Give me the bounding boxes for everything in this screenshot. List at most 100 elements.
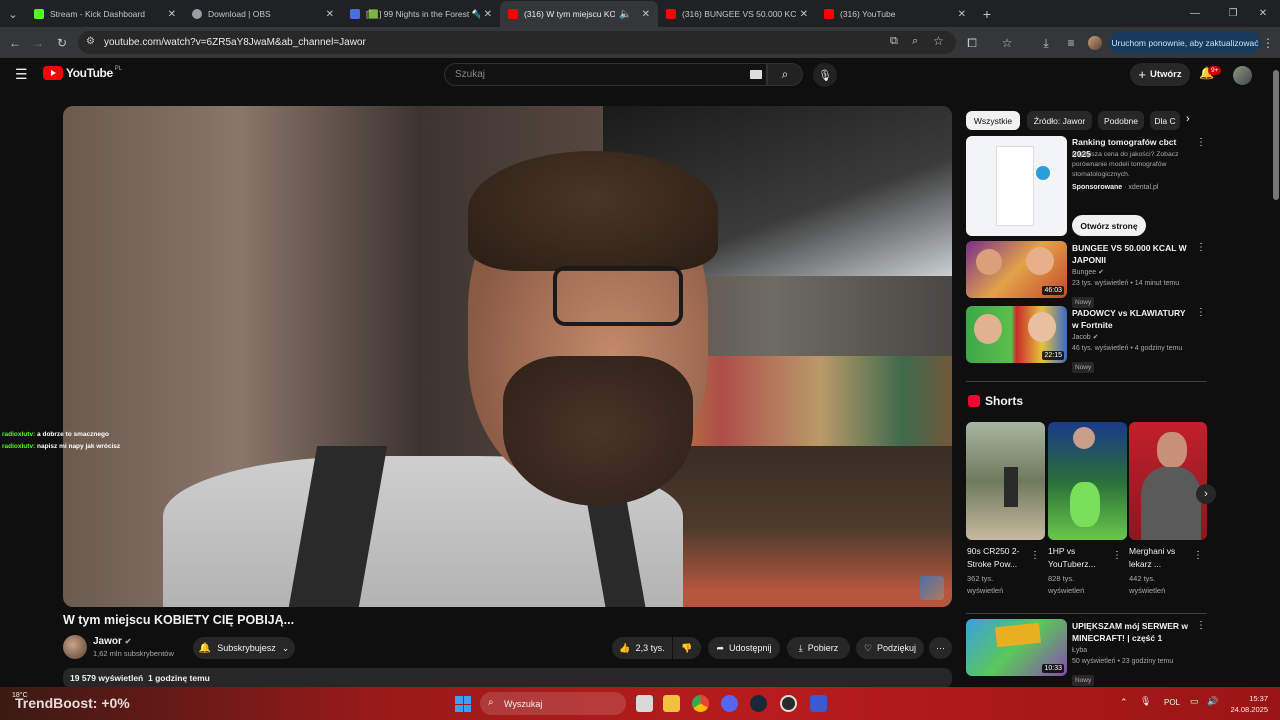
video-title[interactable]: BUNGEE VS 50.000 KCAL W JAPONII — [1072, 242, 1194, 266]
back-icon[interactable]: ← — [5, 33, 25, 53]
close-icon[interactable]: ✕ — [642, 9, 650, 20]
taskbar-clock[interactable]: 15:37 24.08.2025 — [1228, 693, 1268, 715]
more-vertical-icon[interactable]: ⋮ — [1196, 620, 1206, 631]
video-channel[interactable]: Łyba — [1072, 645, 1087, 656]
taskbar-search[interactable]: ⌕ Wyszukaj — [480, 692, 626, 715]
video-title[interactable]: UPIĘKSZAM mój SERWER w MINECRAFT! | częś… — [1072, 620, 1194, 644]
volume-icon[interactable]: 🔊 — [1207, 696, 1218, 707]
tab-roblox[interactable]: [🟩] 99 Nights in the Forest 🔦 ✕ — [342, 1, 500, 27]
new-tab-button[interactable]: + — [974, 1, 1000, 27]
restore-button[interactable]: ❐ — [1216, 0, 1250, 26]
more-vertical-icon[interactable]: ⋮ — [1196, 242, 1206, 253]
minimize-button[interactable]: — — [1178, 0, 1212, 26]
media-control-icon[interactable]: ≡ — [1061, 33, 1081, 53]
tray-chevron-icon[interactable]: ⌃ — [1120, 697, 1128, 708]
description-box[interactable]: 19 579 wyświetleń 1 godzinę temu — [63, 668, 952, 688]
close-icon[interactable]: ✕ — [958, 9, 966, 20]
discord-icon[interactable] — [721, 695, 738, 712]
window-close-button[interactable]: ✕ — [1246, 0, 1280, 26]
ad-thumbnail[interactable] — [966, 136, 1067, 236]
microphone-icon[interactable]: 🎙 — [1140, 696, 1151, 707]
video-channel[interactable]: Jacob ✔ — [1072, 332, 1099, 343]
video-thumbnail[interactable]: 10:33 — [966, 619, 1067, 676]
chevron-right-icon[interactable]: › — [1186, 113, 1190, 125]
search-input[interactable]: Szukaj — [444, 63, 767, 86]
profile-avatar[interactable] — [1085, 33, 1105, 53]
close-icon[interactable]: ✕ — [800, 9, 808, 20]
scrollbar-thumb[interactable] — [1273, 70, 1279, 200]
bookmark-star-icon[interactable]: ☆ — [933, 34, 944, 48]
bookmarks-icon[interactable]: ☆ — [997, 33, 1017, 53]
youtube-logo[interactable]: YouTube PL — [43, 66, 122, 80]
more-actions-button[interactable]: ⋯ — [929, 637, 952, 659]
download-button[interactable]: ⤓ Pobierz — [787, 637, 850, 659]
channel-watermark[interactable] — [920, 576, 944, 600]
short-title[interactable]: 90s CR250 2-Stroke Pow... — [967, 545, 1027, 571]
short-thumbnail[interactable] — [1129, 422, 1207, 540]
short-thumbnail[interactable] — [1048, 422, 1127, 540]
zoom-icon[interactable]: ⌕ — [912, 35, 918, 48]
steam-icon[interactable] — [750, 695, 767, 712]
update-button[interactable]: Uruchom ponownie, aby zaktualizować — [1109, 31, 1261, 54]
subscribe-button[interactable]: 🔔 Subskrybujesz ⌄ — [193, 637, 295, 659]
video-thumbnail[interactable]: 46:03 — [966, 241, 1067, 298]
chevron-right-icon[interactable]: › — [1196, 484, 1216, 504]
account-avatar[interactable] — [1233, 66, 1252, 85]
channel-name[interactable]: Jawor ✔ — [93, 636, 131, 647]
close-icon[interactable]: ✕ — [168, 9, 176, 20]
menu-icon[interactable]: ⋮ — [1258, 33, 1278, 53]
new-badge-text: Nowy — [1072, 675, 1095, 686]
address-bar[interactable]: ⚙ youtube.com/watch?v=6ZR5aY8JwaM&ab_cha… — [78, 31, 956, 54]
task-view-icon[interactable] — [636, 695, 653, 712]
tab-bungee[interactable]: (316) BUNGEE VS 50.000 KCAL W ✕ — [658, 1, 816, 27]
extensions-icon[interactable]: ⧠ — [962, 33, 982, 53]
more-vertical-icon[interactable]: ⋮ — [1196, 137, 1206, 148]
language-indicator[interactable]: POL — [1164, 698, 1180, 707]
dislike-button[interactable]: 👎 — [673, 637, 701, 659]
hamburger-menu-icon[interactable]: ☰ — [15, 66, 28, 83]
share-button[interactable]: ➦ Udostępnij — [708, 637, 780, 659]
search-button[interactable]: ⌕ — [767, 63, 803, 86]
keyboard-icon[interactable] — [750, 70, 762, 79]
tab-youtube-current[interactable]: (316) W tym miejscu KOBIET🔈 ✕ — [500, 1, 658, 27]
more-vertical-icon[interactable]: ⋮ — [1030, 550, 1040, 561]
site-info-icon[interactable]: ⚙ — [86, 36, 95, 47]
chip-all[interactable]: Wszystkie — [966, 111, 1020, 130]
tab-kick[interactable]: Stream - Kick Dashboard ✕ — [26, 1, 184, 27]
channel-avatar[interactable] — [63, 635, 87, 659]
tab-search-icon[interactable]: ⌄ — [0, 1, 26, 27]
more-vertical-icon[interactable]: ⋮ — [1112, 550, 1122, 561]
file-explorer-icon[interactable] — [663, 695, 680, 712]
short-title[interactable]: Merghani vs lekarz ... — [1129, 545, 1189, 571]
video-thumbnail[interactable]: 22:15 — [966, 306, 1067, 363]
forward-icon[interactable]: → — [28, 33, 48, 53]
short-title[interactable]: 1HP vs YouTuberz... — [1048, 545, 1110, 571]
like-button[interactable]: 👍 2,3 tys. — [612, 637, 672, 659]
short-thumbnail[interactable] — [966, 422, 1045, 540]
more-vertical-icon[interactable]: ⋮ — [1193, 550, 1203, 561]
voice-search-button[interactable]: 🎙 — [813, 63, 837, 87]
windows-start-icon[interactable] — [455, 696, 471, 712]
downloads-icon[interactable]: ⤓ — [1036, 33, 1056, 53]
close-icon[interactable]: ✕ — [484, 9, 492, 20]
video-player[interactable] — [63, 106, 952, 607]
chip-related[interactable]: Podobne — [1098, 111, 1144, 130]
reload-icon[interactable]: ↻ — [52, 33, 72, 53]
cast-icon[interactable]: ⧉ — [890, 35, 898, 48]
chip-for-you[interactable]: Dla C — [1150, 111, 1180, 130]
create-button[interactable]: + Utwórz — [1130, 63, 1190, 86]
more-vertical-icon[interactable]: ⋮ — [1196, 307, 1206, 318]
video-title[interactable]: PADOWCY vs KLAWIATURY w Fortnite — [1072, 307, 1194, 331]
speaker-icon[interactable]: 🔈 — [619, 9, 631, 20]
video-channel[interactable]: Bungee ✔ — [1072, 267, 1104, 278]
chip-source[interactable]: Źródło: Jawor — [1027, 111, 1092, 130]
tab-obs[interactable]: Download | OBS ✕ — [184, 1, 342, 27]
ad-cta-button[interactable]: Otwórz stronę — [1072, 215, 1146, 236]
roblox-icon[interactable] — [810, 695, 827, 712]
obs-icon[interactable] — [780, 695, 797, 712]
close-icon[interactable]: ✕ — [326, 9, 334, 20]
tab-youtube[interactable]: (316) YouTube ✕ — [816, 1, 974, 27]
thanks-button[interactable]: ♡ Podziękuj — [856, 637, 924, 659]
chrome-icon[interactable] — [692, 695, 709, 712]
network-icon[interactable]: ▭ — [1190, 696, 1199, 707]
